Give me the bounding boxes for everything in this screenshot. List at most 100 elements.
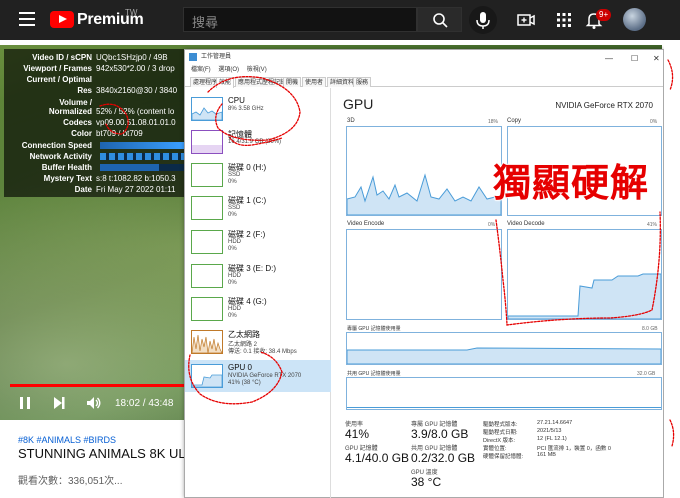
task-manager-icon [189,53,197,61]
sidebar-item-disk-0[interactable]: 磁碟 0 (H:) SSD 0% [185,159,331,191]
right-edge [664,45,680,498]
graph-3d [346,126,502,216]
sidebar-item-memory[interactable]: 記憶體 16.4/31.9 GB (26%) [185,126,331,158]
avatar[interactable] [623,8,646,31]
disk-0-mini-graph [191,163,223,187]
stats-value: 942x530*2.00 / 3 drop [96,64,175,73]
dedicated-memory-graph [346,332,662,365]
pause-icon[interactable] [18,396,32,410]
window-titlebar[interactable]: 工作管理員 — ☐ ✕ [185,50,663,64]
create-video-icon[interactable] [516,10,536,30]
detail-value: 161 MB [537,452,556,458]
annotation-text: 獨顯硬解 [492,160,650,206]
stats-value: vp09.00.51.08.01.01.0 [96,118,176,127]
screenshot-root: { "youtube": { "brand": "Premium", "bran… [0,0,680,498]
resource-detail: SSD [228,172,241,178]
sidebar-item-gpu-0[interactable]: GPU 0 NVIDIA GeForce RTX 2070 41% (38 °C) [185,360,331,392]
disk-4-mini-graph [191,297,223,321]
tab-3[interactable]: 開機 [283,77,302,87]
resource-usage: 傳送: 0.1 接收: 38.4 Mbps [228,349,297,355]
detail-value: 27.21.14.6647 [537,420,573,426]
graph-label-video-decode[interactable]: Video Decode [507,221,545,227]
cpu-mini-graph [191,97,223,121]
sidebar-item-disk-4[interactable]: 磁碟 4 (G:) HDD 0% [185,293,331,325]
stats-key: Viewport / Frames [23,64,92,73]
stats-row: Res 3840x2160@30 / 3840 [4,85,184,96]
youtube-logo-icon[interactable] [50,11,74,28]
tab-2[interactable]: 應用程式歷程記錄 [235,77,290,87]
microphone-icon [476,12,490,29]
stats-row: Connection Speed [4,140,184,151]
graph-label-3d[interactable]: 3D [347,118,355,124]
menu-icon[interactable] [19,12,35,26]
stats-key: Current / Optimal [26,75,92,84]
search-icon [433,13,448,28]
stats-key: Mystery Text [43,174,92,183]
stats-row: Date Fri May 27 2022 01:11 [4,184,184,195]
resource-detail: 8% 3.58 GHz [228,106,264,112]
voice-search-button[interactable] [469,6,497,34]
sidebar-item-disk-1[interactable]: 磁碟 1 (C:) SSD 0% [185,192,331,224]
resource-name: GPU 0 [228,363,253,372]
tab-4[interactable]: 使用者 [302,77,327,87]
disk-1-mini-graph [191,196,223,220]
tab-bar: 處理程序 效能 應用程式歷程記錄 開機 使用者 詳細資料 服務 [185,75,663,88]
view-count: 觀看次數：336,051次... [18,476,123,487]
stats-row: Video ID / sCPN UQbc1SHzjp0 / 49B [4,52,184,63]
stats-key: Buffer Health [41,163,92,172]
youtube-topbar: Premium TW 搜尋 9+ [0,0,680,40]
search-input[interactable]: 搜尋 [183,7,417,32]
stats-row: Color bt709 / bt709 [4,128,184,139]
resource-detail: HDD [228,306,241,312]
sidebar-item-disk-2[interactable]: 磁碟 2 (F:) HDD 0% [185,226,331,258]
sidebar-item-ethernet[interactable]: 乙太網路 乙太網路 2 傳送: 0.1 接收: 38.4 Mbps [185,326,331,358]
tab-1[interactable]: 效能 [216,77,235,88]
gpu-model: NVIDIA GeForce RTX 2070 [555,101,653,110]
next-icon[interactable] [52,396,66,410]
resource-detail: SSD [228,205,241,211]
resource-detail: NVIDIA GeForce RTX 2070 [228,373,302,379]
graph-video-encode [346,229,502,320]
stats-row: Buffer Health [4,162,184,173]
menu-file[interactable]: 檔案(F) [191,67,211,73]
shared-memory-graph [346,377,662,410]
resource-detail: HDD [228,239,241,245]
disk-2-mini-graph [191,230,223,254]
time-display: 18:02 / 43:48 [115,398,174,409]
detail-key: DirectX 版本: [483,438,516,444]
gpu-memory-value: 4.1/40.0 GB [345,451,410,465]
dedicated-memory-stat-value: 3.9/8.0 GB [411,427,469,441]
resource-usage: 0% [228,280,237,286]
notification-badge: 9+ [596,9,612,21]
resource-detail: 16.4/31.9 GB (26%) [228,139,282,145]
resource-detail: HDD [228,273,241,279]
apps-grid-icon[interactable] [554,10,574,30]
stats-key: Video ID / sCPN [32,53,92,62]
volume-icon[interactable] [86,396,102,410]
graph-pct-copy: 0% [650,119,658,125]
hashtags-link[interactable]: #8K #ANIMALS #BIRDS [18,435,116,445]
stats-key: Normalized [48,107,92,116]
stats-key: Color [71,129,92,138]
gpu-temp-value: 38 °C [411,475,442,489]
resource-usage: 0% [228,179,237,185]
menu-view[interactable]: 檢視(V) [247,67,267,73]
ethernet-mini-graph [191,330,223,354]
stats-sparkline [100,164,184,171]
graph-pct-video-decode: 41% [647,222,658,228]
stats-key: Date [74,185,92,194]
stats-value: bt709 / bt709 [96,129,143,138]
menu-options[interactable]: 選項(O) [218,67,239,73]
sidebar-item-disk-3[interactable]: 磁碟 3 (E: D:) HDD 0% [185,260,331,292]
gpu-heading: GPU [343,96,374,112]
detail-key: 硬體保留記憶體: [483,454,524,460]
menu-bar: 檔案(F) 選項(O) 檢視(V) [185,64,663,74]
shared-memory-label: 共用 GPU 記憶體使用量 [347,371,401,377]
graph-video-decode [507,229,662,320]
graph-label-video-encode[interactable]: Video Encode [347,221,384,227]
sidebar-item-cpu[interactable]: CPU 8% 3.58 GHz [185,93,331,125]
graph-label-copy[interactable]: Copy [507,118,521,124]
tab-6[interactable]: 服務 [353,77,372,87]
search-button[interactable] [417,7,462,32]
stats-value: 52% / 52% (content lo [96,107,175,116]
